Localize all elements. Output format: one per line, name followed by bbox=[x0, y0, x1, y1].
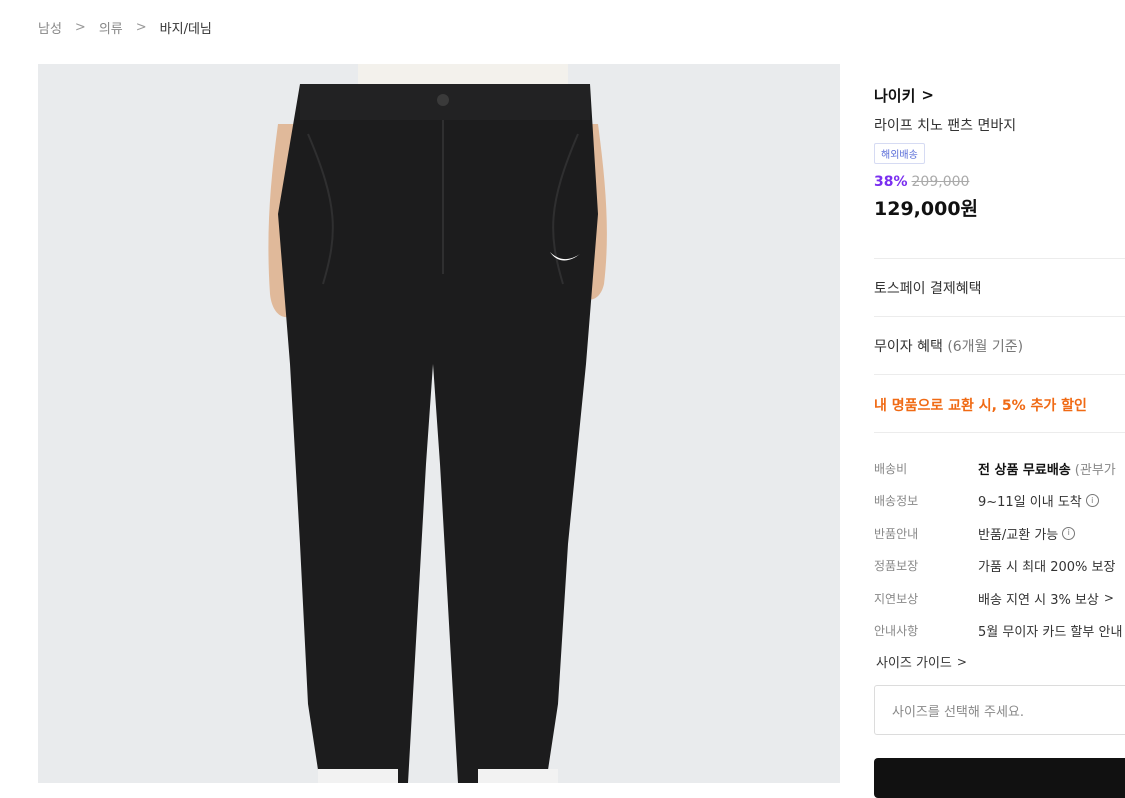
breadcrumb-clothing[interactable]: 의류 bbox=[99, 18, 123, 37]
customs-note: (관부가 bbox=[1074, 462, 1116, 478]
shipping-details: 배송비 전 상품 무료배송 (관부가 배송정보 9~11일 이내 도착 i 반품… bbox=[874, 452, 1125, 647]
chevron-right-icon: > bbox=[74, 20, 86, 35]
brand-name: 나이키 bbox=[874, 86, 916, 105]
exchange-promo[interactable]: 내 명품으로 교환 시, 5% 추가 할인 bbox=[874, 395, 1125, 415]
price-row: 38% 209,000 bbox=[874, 174, 1125, 190]
installment-label: 무이자 혜택 bbox=[874, 339, 943, 355]
shipping-info-value: 9~11일 이내 도착 i bbox=[978, 491, 1099, 510]
notice-row: 안내사항 5월 무이자 카드 할부 안내 bbox=[874, 615, 1125, 648]
authentic-label: 정품보장 bbox=[874, 559, 919, 574]
notice-value[interactable]: 5월 무이자 카드 할부 안내 bbox=[978, 621, 1122, 640]
installment-benefit[interactable]: 무이자 혜택 (6개월 기준) bbox=[874, 336, 1125, 356]
divider bbox=[874, 258, 1125, 259]
discount-rate: 38% bbox=[874, 174, 908, 190]
delivery-estimate: 9~11일 이내 도착 bbox=[978, 495, 1082, 511]
size-guide-link[interactable]: 사이즈 가이드 > bbox=[876, 652, 967, 672]
sale-price: 129,000원 bbox=[874, 198, 979, 220]
shipping-info-row: 배송정보 9~11일 이내 도착 i bbox=[874, 485, 1125, 518]
breadcrumb-men[interactable]: 남성 bbox=[38, 18, 62, 37]
breadcrumb: 남성 > 의류 > 바지/데님 bbox=[38, 18, 212, 37]
overseas-shipping-badge: 해외배송 bbox=[874, 143, 925, 164]
return-value: 반품/교환 가능 i bbox=[978, 524, 1076, 543]
chevron-right-icon: > bbox=[1103, 591, 1114, 606]
delay-row: 지연보상 배송 지연 시 3% 보상 > bbox=[874, 582, 1125, 615]
shipping-info-label: 배송정보 bbox=[874, 494, 919, 509]
free-shipping-text: 전 상품 무료배송 bbox=[978, 462, 1071, 478]
brand-link[interactable]: 나이키 > bbox=[874, 84, 1125, 106]
chevron-right-icon: > bbox=[956, 654, 967, 669]
divider bbox=[874, 316, 1125, 317]
installment-note: (6개월 기준) bbox=[947, 339, 1024, 355]
delay-text: 배송 지연 시 3% 보상 bbox=[978, 592, 1099, 608]
authentic-value: 가품 시 최대 200% 보장 bbox=[978, 560, 1116, 576]
info-icon[interactable]: i bbox=[1085, 494, 1099, 508]
product-info: 나이키 > 라이프 치노 팬츠 면바지 해외배송 38% 209,000 129… bbox=[874, 84, 1125, 221]
product-name: 라이프 치노 팬츠 면바지 bbox=[874, 118, 1017, 134]
chevron-right-icon: > bbox=[135, 20, 147, 35]
breadcrumb-pants-denim[interactable]: 바지/데님 bbox=[160, 18, 212, 37]
chevron-right-icon: > bbox=[921, 86, 934, 104]
pants-illustration bbox=[268, 64, 607, 783]
notice-label: 안내사항 bbox=[874, 624, 919, 639]
purchase-button[interactable] bbox=[874, 758, 1125, 798]
authentic-row: 정품보장 가품 시 최대 200% 보장 bbox=[874, 550, 1125, 583]
info-icon[interactable]: i bbox=[1062, 526, 1076, 540]
product-image[interactable] bbox=[38, 64, 840, 783]
return-label: 반품안내 bbox=[874, 526, 919, 541]
delay-value[interactable]: 배송 지연 시 3% 보상 > bbox=[978, 589, 1114, 608]
return-row: 반품안내 반품/교환 가능 i bbox=[874, 517, 1125, 550]
shipping-fee-row: 배송비 전 상품 무료배송 (관부가 bbox=[874, 452, 1125, 485]
delay-label: 지연보상 bbox=[874, 591, 919, 606]
toss-benefit[interactable]: 토스페이 결제혜택 bbox=[874, 278, 1125, 298]
original-price: 209,000 bbox=[911, 174, 970, 190]
divider bbox=[874, 432, 1125, 433]
shipping-fee-value: 전 상품 무료배송 (관부가 bbox=[978, 459, 1116, 478]
shipping-fee-label: 배송비 bbox=[874, 461, 908, 476]
size-guide-label: 사이즈 가이드 bbox=[876, 656, 952, 671]
divider bbox=[874, 374, 1125, 375]
return-text: 반품/교환 가능 bbox=[978, 527, 1059, 543]
size-select[interactable]: 사이즈를 선택해 주세요. bbox=[874, 685, 1125, 735]
